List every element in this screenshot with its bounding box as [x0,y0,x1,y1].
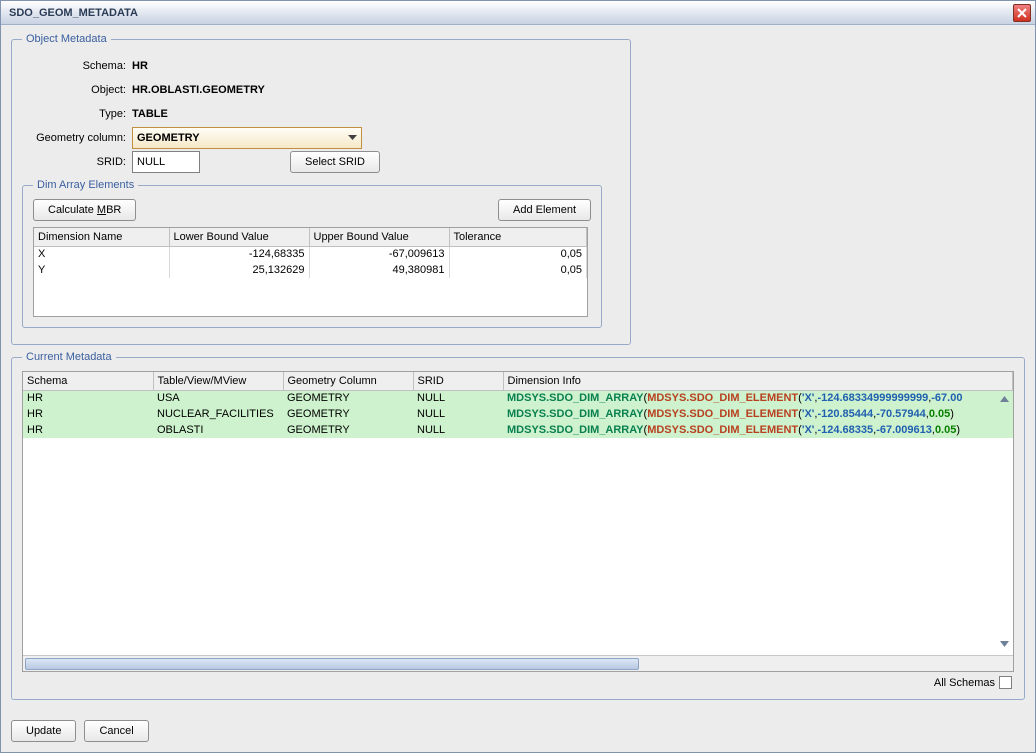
col-diminfo[interactable]: Dimension Info [503,372,1013,390]
cell: GEOMETRY [283,422,413,438]
calculate-mbr-button[interactable]: Calculate MBR [33,199,136,221]
label-geom-col: Geometry column: [22,132,132,144]
cell: USA [153,390,283,406]
dialog-footer: Update Cancel [1,714,1035,752]
cell-dim-name: X [34,246,169,262]
label-schema: Schema: [22,60,132,72]
dim-array-table[interactable]: Dimension Name Lower Bound Value Upper B… [33,227,588,317]
col-srid[interactable]: SRID [413,372,503,390]
cell: HR [23,422,153,438]
table-row[interactable]: HRUSAGEOMETRYNULLMDSYS.SDO_DIM_ARRAY(MDS… [23,390,1013,406]
srid-input[interactable]: NULL [132,151,200,173]
close-button[interactable] [1013,4,1031,22]
geometry-column-select[interactable]: GEOMETRY [132,127,362,149]
cell-dim-name: Y [34,262,169,278]
label-object: Object: [22,84,132,96]
table-row[interactable]: X -124,68335 -67,009613 0,05 [34,246,587,262]
dim-array-legend: Dim Array Elements [33,179,138,191]
cell-upper: 49,380981 [309,262,449,278]
cell: OBLASTI [153,422,283,438]
cell: NUCLEAR_FACILITIES [153,406,283,422]
object-metadata-group: Object Metadata Schema: HR Object: HR.OB… [11,33,631,345]
cell: HR [23,390,153,406]
cell-upper: -67,009613 [309,246,449,262]
dim-array-group: Dim Array Elements Calculate MBR Add Ele… [22,179,602,328]
col-schema[interactable]: Schema [23,372,153,390]
value-schema: HR [132,60,148,72]
scrollbar-thumb[interactable] [25,658,639,670]
value-object: HR.OBLASTI.GEOMETRY [132,84,265,96]
cell-tolerance: 0,05 [449,262,587,278]
cell-diminfo: MDSYS.SDO_DIM_ARRAY(MDSYS.SDO_DIM_ELEMEN… [503,390,1013,406]
cell: HR [23,406,153,422]
metadata-table[interactable]: Schema Table/View/MView Geometry Column … [22,371,1014,672]
cell-lower: -124,68335 [169,246,309,262]
scroll-down-icon[interactable] [997,637,1011,651]
cell: NULL [413,422,503,438]
cell-tolerance: 0,05 [449,246,587,262]
window-title: SDO_GEOM_METADATA [9,7,1013,19]
dialog-window: SDO_GEOM_METADATA Object Metadata Schema… [0,0,1036,753]
geometry-column-value: GEOMETRY [137,132,200,144]
cell-diminfo: MDSYS.SDO_DIM_ARRAY(MDSYS.SDO_DIM_ELEMEN… [503,406,1013,422]
update-button[interactable]: Update [11,720,76,742]
cell: NULL [413,390,503,406]
close-icon [1017,8,1027,18]
chevron-down-icon [348,132,357,144]
all-schemas-checkbox[interactable] [999,676,1012,689]
value-type: TABLE [132,108,168,120]
col-tolerance[interactable]: Tolerance [449,228,587,246]
srid-value: NULL [137,156,165,168]
all-schemas-label: All Schemas [934,677,995,689]
col-upper[interactable]: Upper Bound Value [309,228,449,246]
object-metadata-legend: Object Metadata [22,33,111,45]
table-row[interactable]: HROBLASTIGEOMETRYNULLMDSYS.SDO_DIM_ARRAY… [23,422,1013,438]
cell: GEOMETRY [283,406,413,422]
table-row[interactable]: HRNUCLEAR_FACILITIESGEOMETRYNULLMDSYS.SD… [23,406,1013,422]
scroll-up-icon[interactable] [997,392,1011,406]
cell: GEOMETRY [283,390,413,406]
cancel-button[interactable]: Cancel [84,720,148,742]
col-lower[interactable]: Lower Bound Value [169,228,309,246]
col-table[interactable]: Table/View/MView [153,372,283,390]
table-row[interactable]: Y 25,132629 49,380981 0,05 [34,262,587,278]
cell-lower: 25,132629 [169,262,309,278]
col-dim-name[interactable]: Dimension Name [34,228,169,246]
col-geom[interactable]: Geometry Column [283,372,413,390]
current-metadata-group: Current Metadata Schema Table/View/MView… [11,351,1025,700]
horizontal-scrollbar[interactable] [23,655,1013,671]
cell: NULL [413,406,503,422]
current-metadata-legend: Current Metadata [22,351,116,363]
cell-diminfo: MDSYS.SDO_DIM_ARRAY(MDSYS.SDO_DIM_ELEMEN… [503,422,1013,438]
add-element-button[interactable]: Add Element [498,199,591,221]
label-srid: SRID: [22,156,132,168]
titlebar[interactable]: SDO_GEOM_METADATA [1,1,1035,25]
dialog-body: Object Metadata Schema: HR Object: HR.OB… [1,25,1035,714]
select-srid-button[interactable]: Select SRID [290,151,380,173]
label-type: Type: [22,108,132,120]
